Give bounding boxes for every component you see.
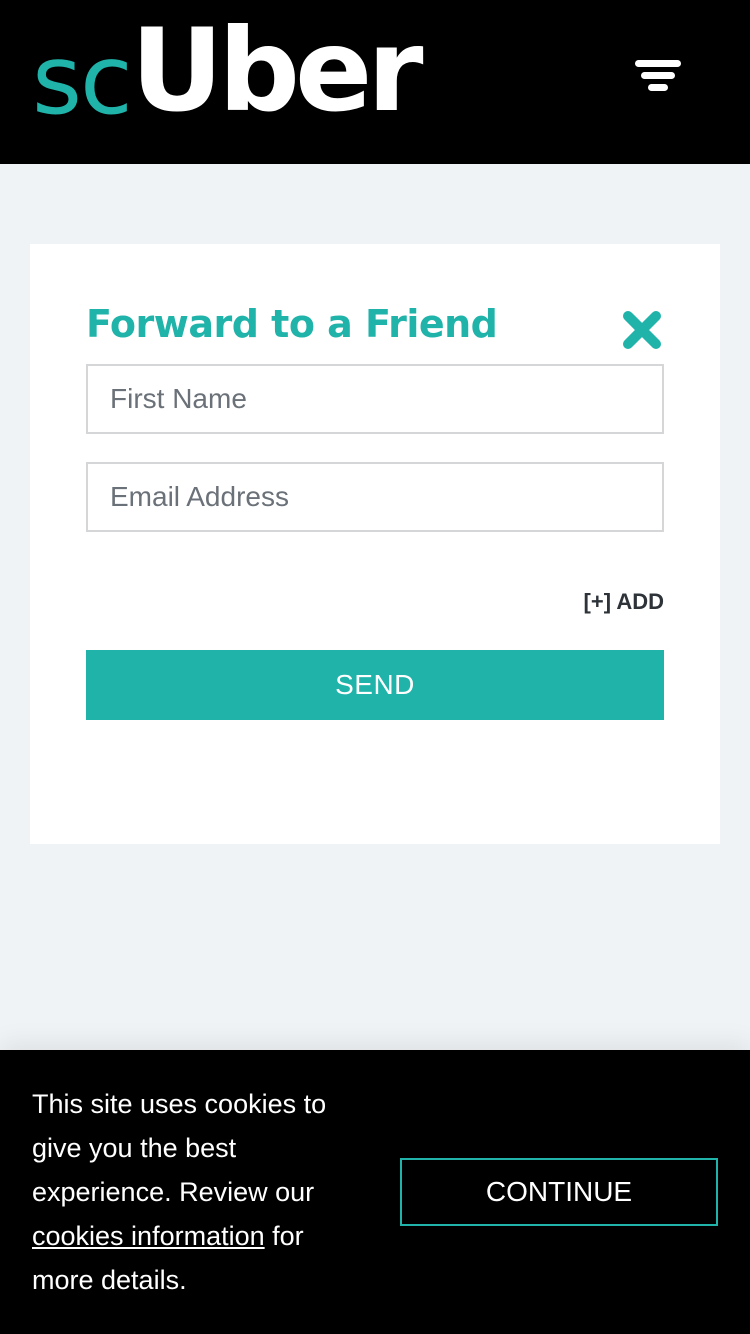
send-button[interactable]: SEND: [86, 650, 664, 720]
logo-sc-text: sc: [32, 24, 133, 136]
close-x-icon[interactable]: [620, 308, 664, 352]
site-header: sc Uber: [0, 0, 750, 164]
cookie-message: This site uses cookies to give you the b…: [32, 1082, 372, 1302]
cookie-text-before: This site uses cookies to give you the b…: [32, 1089, 327, 1207]
logo-uber-text: Uber: [130, 4, 424, 137]
continue-button[interactable]: CONTINUE: [400, 1158, 718, 1226]
email-address-input[interactable]: [86, 462, 664, 532]
menu-icon[interactable]: [634, 58, 684, 94]
add-recipient-link[interactable]: [+] ADD: [584, 589, 664, 615]
forward-to-friend-modal: Forward to a Friend [+] ADD SEND: [30, 244, 720, 844]
cookie-banner: This site uses cookies to give you the b…: [0, 1050, 750, 1334]
scuber-logo[interactable]: sc Uber: [32, 14, 424, 136]
modal-title: Forward to a Friend: [86, 302, 498, 346]
cookies-information-link[interactable]: cookies information: [32, 1221, 265, 1251]
first-name-input[interactable]: [86, 364, 664, 434]
